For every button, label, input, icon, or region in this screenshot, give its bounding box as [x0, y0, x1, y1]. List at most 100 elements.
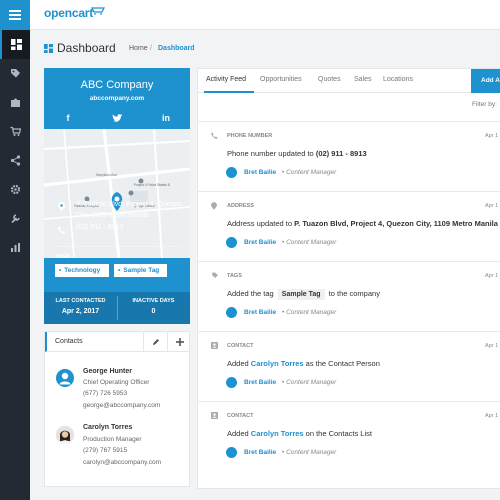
- sidebar-item-extensions[interactable]: [0, 88, 30, 117]
- feed-text-highlight: (02) 911 - 8913: [315, 149, 367, 158]
- company-website[interactable]: abccompany.com: [44, 95, 190, 102]
- contact-name[interactable]: Carolyn Torres: [83, 424, 132, 431]
- share-icon: [10, 155, 20, 166]
- feed-item-type: PHONE NUMBER: [227, 133, 273, 139]
- tab-bar: Activity Feed Opportunities Quotes Sales…: [198, 69, 500, 93]
- user-avatar[interactable]: [226, 307, 237, 318]
- feed-item-type: CONTACT: [227, 413, 254, 419]
- tag-sample[interactable]: • Sample Tag: [114, 264, 167, 277]
- active-tab-indicator: [204, 91, 254, 93]
- menu-toggle-button[interactable]: [0, 0, 30, 30]
- top-bar: opencart: [0, 0, 500, 30]
- location-map[interactable]: Maryland Ave Project 4 Police Station 8 …: [43, 128, 191, 259]
- user-avatar[interactable]: [226, 447, 237, 458]
- wrench-icon: [10, 214, 20, 224]
- sidebar-item-maintenance[interactable]: [0, 204, 30, 233]
- plus-icon: [175, 337, 184, 346]
- map-graphic: Maryland Ave Project 4 Police Station 8 …: [43, 128, 191, 259]
- tag-icon: [212, 272, 218, 279]
- tab-opportunities[interactable]: Opportunities: [260, 76, 302, 83]
- feed-user-role-text: Content Manager: [286, 449, 337, 456]
- location-pin-icon: [58, 202, 65, 211]
- user-avatar[interactable]: [226, 377, 237, 388]
- feed-text-prefix: Added: [227, 429, 251, 438]
- feed-user-name[interactable]: Bret Bailie: [244, 379, 276, 386]
- avatar[interactable]: [56, 426, 74, 444]
- sidebar-item-system[interactable]: [0, 175, 30, 204]
- contact-email[interactable]: george@abccompany.com: [83, 402, 160, 409]
- feed-text-highlight: P. Tuazon Blvd, Project 4, Quezon City, …: [294, 219, 498, 228]
- breadcrumb-current[interactable]: Dashboard: [158, 45, 195, 52]
- company-stats: LAST CONTACTED Apr 2, 2017 INACTIVE DAYS…: [44, 292, 190, 324]
- sidebar-item-dashboard[interactable]: [0, 30, 30, 59]
- contact-email[interactable]: carolyn@abccompany.com: [83, 459, 161, 466]
- contact-role: Production Manager: [83, 436, 142, 443]
- phone-icon: [58, 226, 66, 234]
- feed-user-role-text: Content Manager: [286, 239, 337, 246]
- feed-user-name[interactable]: Bret Bailie: [244, 449, 276, 456]
- tab-sales[interactable]: Sales: [354, 76, 372, 83]
- inactive-days-label: INACTIVE DAYS: [132, 298, 175, 304]
- location-pin-icon: [211, 202, 217, 210]
- feed-user-role: • Content Manager: [282, 449, 337, 456]
- feed-item: CONTACT Apr 1 Added Carolyn Torres on th…: [198, 401, 500, 471]
- sidebar-item-catalog[interactable]: [0, 59, 30, 88]
- twitter-link[interactable]: [93, 108, 141, 128]
- feed-contact-link[interactable]: Carolyn Torres: [251, 429, 304, 438]
- feed-contact-link[interactable]: Carolyn Torres: [251, 359, 304, 368]
- feed-user-role-text: Content Manager: [286, 309, 337, 316]
- dashboard-title-icon: [44, 44, 53, 53]
- feed-user-name[interactable]: Bret Bailie: [244, 169, 276, 176]
- feed-item-type: TAGS: [227, 273, 242, 279]
- user-avatar[interactable]: [226, 237, 237, 248]
- feed-text-prefix: Address updated to: [227, 219, 295, 228]
- feed-user-name[interactable]: Bret Bailie: [244, 309, 276, 316]
- feed-item: ADDRESS Apr 1 Address updated to P. Tuaz…: [198, 191, 500, 261]
- sidebar-item-sales[interactable]: [0, 117, 30, 146]
- sidebar-item-marketing[interactable]: [0, 146, 30, 175]
- cart-icon: [10, 126, 21, 136]
- tag-technology[interactable]: • Technology: [55, 264, 109, 277]
- add-activity-button[interactable]: Add A: [471, 69, 500, 93]
- company-phone: (02) 911 - 8913: [76, 224, 124, 231]
- feed-tag-chip[interactable]: Sample Tag: [277, 289, 325, 300]
- opencart-logo[interactable]: opencart: [44, 6, 93, 20]
- company-address: P. Tuazon Blvd, Project 4, Quezon City, …: [76, 201, 183, 219]
- linkedin-link[interactable]: in: [142, 108, 190, 128]
- edit-contacts-button[interactable]: [143, 332, 167, 351]
- user-icon: [59, 372, 71, 385]
- pencil-icon: [152, 338, 159, 345]
- divider: [52, 246, 182, 247]
- inactive-days-value: 0: [151, 308, 156, 315]
- breadcrumb-separator: /: [150, 45, 152, 52]
- sidebar: [0, 30, 30, 500]
- tag-label: Sample Tag: [123, 267, 160, 274]
- user-avatar[interactable]: [226, 167, 237, 178]
- feed-item-text: Phone number updated to (02) 911 - 8913: [227, 149, 367, 158]
- avatar[interactable]: [56, 369, 74, 387]
- feed-user-role: • Content Manager: [282, 309, 337, 316]
- page-title: Dashboard: [57, 41, 116, 55]
- feed-user-role: • Content Manager: [282, 239, 337, 246]
- facebook-link[interactable]: f: [44, 108, 92, 128]
- tab-activity-feed[interactable]: Activity Feed: [206, 76, 246, 83]
- feed-user-name[interactable]: Bret Bailie: [244, 239, 276, 246]
- feed-item-text: Added Carolyn Torres on the Contacts Lis…: [227, 429, 372, 438]
- contact-name[interactable]: George Hunter: [83, 368, 132, 375]
- filter-label[interactable]: Filter by:: [472, 101, 497, 108]
- user-photo: [56, 426, 74, 444]
- add-contact-button[interactable]: [167, 332, 191, 351]
- feed-user-role-text: Content Manager: [286, 379, 337, 386]
- feed-text-suffix: as the Contact Person: [303, 359, 380, 368]
- tags-label: TAGS: [55, 254, 70, 260]
- feed-item-date: Apr 1: [485, 343, 499, 349]
- breadcrumb-home[interactable]: Home: [129, 45, 148, 52]
- feed-item-date: Apr 1: [485, 203, 499, 209]
- contact-role: Chief Operating Officer: [83, 379, 150, 386]
- sidebar-item-reports[interactable]: [0, 233, 30, 262]
- tab-quotes[interactable]: Quotes: [318, 76, 341, 83]
- tab-locations[interactable]: Locations: [383, 76, 413, 83]
- feed-item: CONTACT Apr 1 Added Carolyn Torres as th…: [198, 331, 500, 401]
- tag-icon: [10, 69, 20, 78]
- feed-item-date: Apr 1: [485, 413, 499, 419]
